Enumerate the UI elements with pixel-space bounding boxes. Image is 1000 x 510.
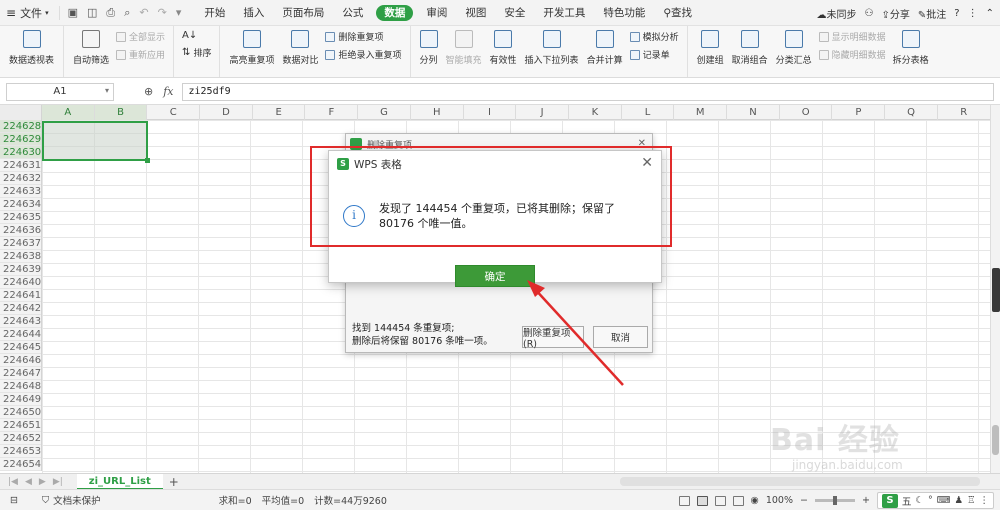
user-icon: ♟: [954, 495, 963, 506]
ime-toolbar[interactable]: S 五 ☾ ° ⌨ ♟ ♖ ⋮: [876, 492, 994, 509]
zoom-level[interactable]: 100%: [766, 495, 793, 506]
normal-view-icon[interactable]: [696, 495, 708, 506]
protect-status[interactable]: ⛉ 文档未保护: [41, 493, 101, 508]
ime-logo-icon: S: [881, 493, 898, 508]
punctuation-icon: °: [927, 495, 933, 506]
zoom-slider[interactable]: [814, 496, 855, 505]
selection-stats: 求和=0 平均值=0 计数=44万9260: [219, 493, 387, 507]
eye-protect-icon[interactable]: ◉: [751, 495, 759, 506]
macro-icon[interactable]: ⊟: [10, 495, 18, 506]
count-stat: 计数=44万9260: [314, 496, 387, 507]
keyboard-icon: ⌨: [936, 495, 951, 506]
zoom-in-icon[interactable]: +: [862, 495, 870, 506]
sheet-tab[interactable]: zi_URL_List: [76, 473, 163, 490]
status-right: ◉ 100% − + S 五 ☾ ° ⌨ ♟ ♖ ⋮: [678, 490, 994, 510]
prev-sheet-icon[interactable]: ◀: [25, 477, 32, 487]
moon-icon: ☾: [915, 495, 924, 506]
shirt-icon: ♖: [966, 495, 976, 506]
grid-menu-icon: ⋮: [979, 495, 990, 506]
sheet-tab-bar: |◀ ◀ ▶ ▶| zi_URL_List +: [0, 473, 1000, 490]
baidu-watermark: Bai 经验: [770, 423, 900, 458]
zoom-out-icon[interactable]: −: [800, 495, 808, 506]
page-layout-icon[interactable]: [714, 495, 726, 506]
first-sheet-icon[interactable]: |◀: [8, 477, 18, 487]
reading-mode-icon[interactable]: [678, 495, 690, 506]
horizontal-scrollbar[interactable]: [620, 477, 980, 486]
protect-label: 文档未保护: [53, 496, 101, 507]
avg-stat: 平均值=0: [261, 496, 305, 507]
last-sheet-icon[interactable]: ▶|: [53, 477, 63, 487]
baidu-watermark-url: jingyan.baidu.com: [792, 458, 903, 472]
status-left: ⊟ ⛉ 文档未保护: [0, 493, 101, 508]
ime-mode: 五: [901, 496, 912, 508]
sum-stat: 求和=0: [218, 496, 252, 507]
status-bar: ⊟ ⛉ 文档未保护 求和=0 平均值=0 计数=44万9260 ◉ 100% −…: [0, 489, 1000, 510]
annotation-arrow-head: [527, 280, 545, 297]
page-break-icon[interactable]: [732, 495, 744, 506]
shield-icon: ⛉: [41, 494, 50, 506]
sheet-nav: |◀ ◀ ▶ ▶|: [0, 477, 63, 487]
add-sheet-icon[interactable]: +: [169, 475, 179, 489]
next-sheet-icon[interactable]: ▶: [39, 477, 46, 487]
wps-window: ≡ 文件 ▾ ▣ ◫ ⎙ ⌕ ↶ ↷ ▾ 开始 插入 页面布局 公式 数据 审阅…: [0, 0, 1000, 510]
annotation-arrow-line: [532, 286, 624, 386]
